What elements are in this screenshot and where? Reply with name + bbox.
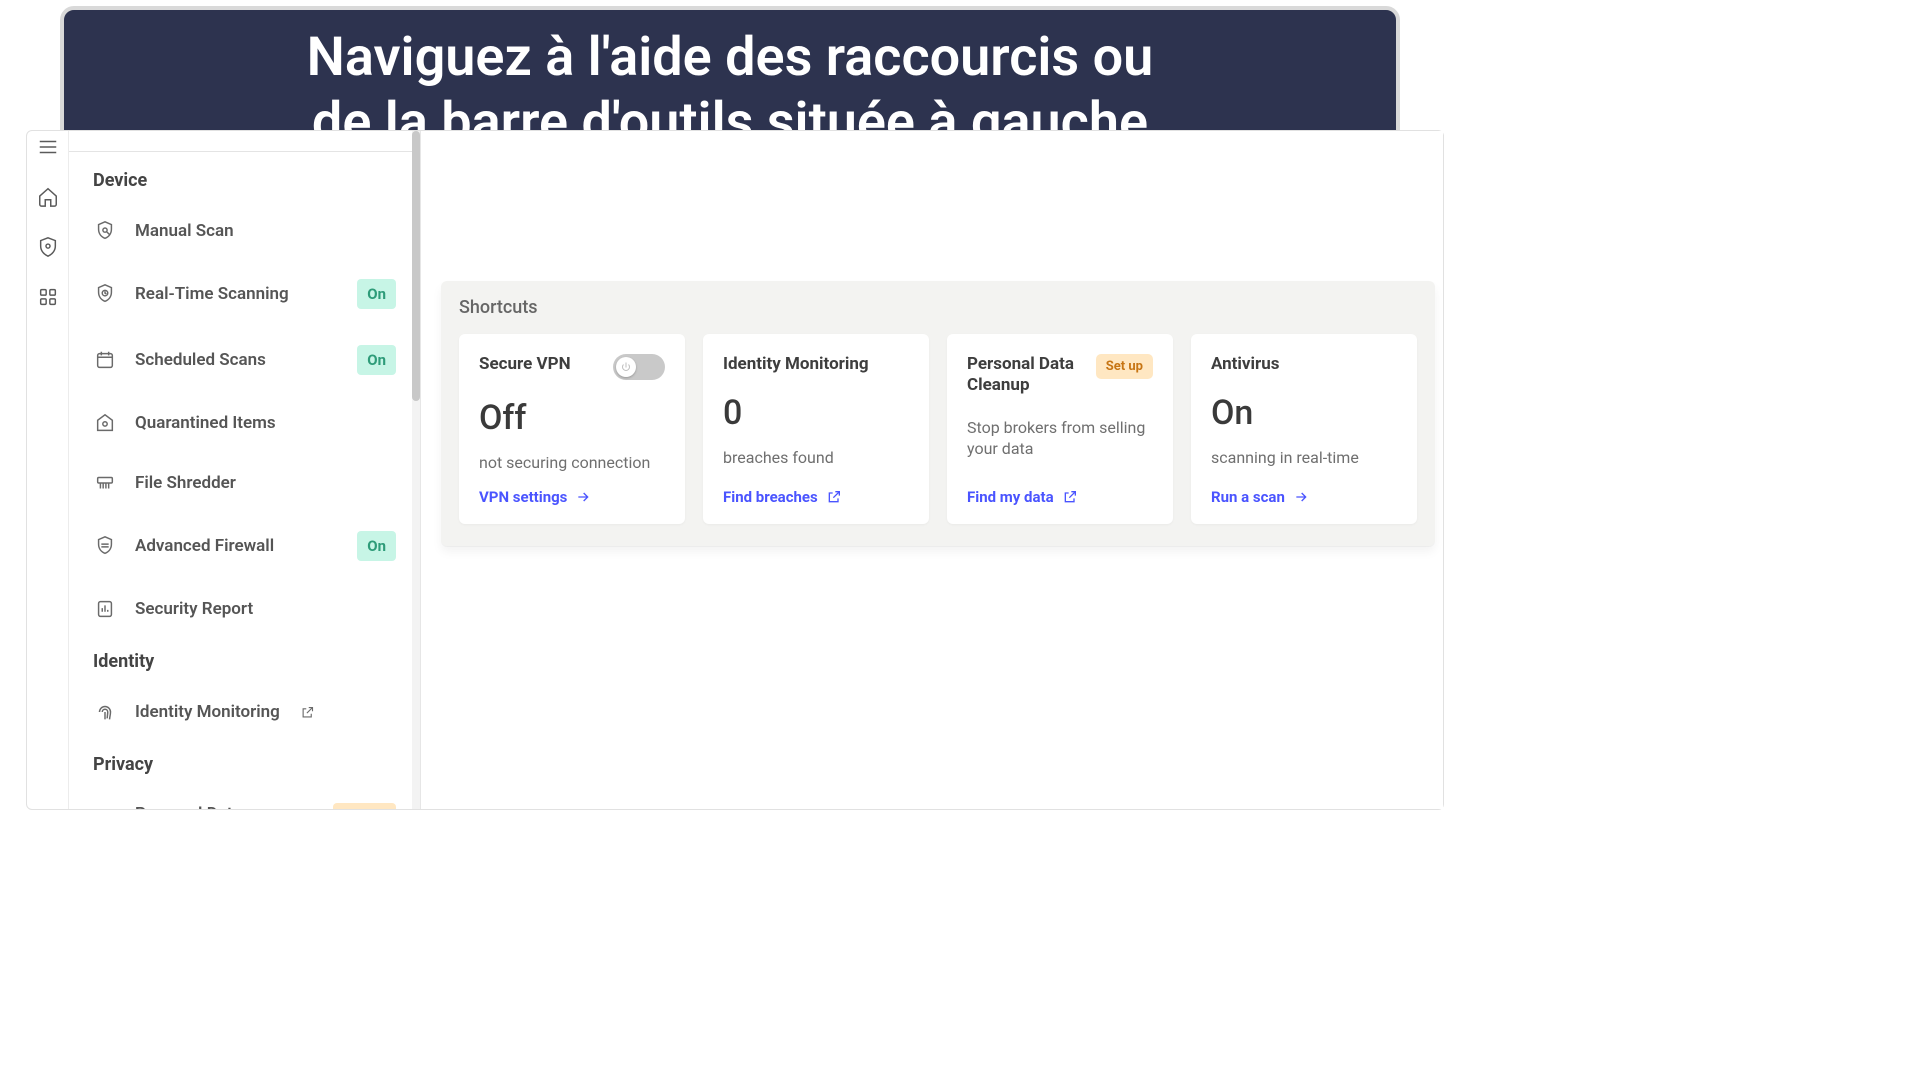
sidebar-item-file-shredder[interactable]: File Shredder [93, 453, 396, 513]
quarantine-icon [93, 411, 117, 435]
sidebar-item-label: Manual Scan [135, 221, 234, 241]
home-icon[interactable] [36, 185, 60, 209]
card-value: 0 [723, 393, 909, 433]
section-title-privacy: Privacy [93, 754, 396, 775]
sidebar-item-label: Identity Monitoring [135, 702, 280, 722]
sidebar-item-security-report[interactable]: Security Report [93, 579, 396, 639]
link-label: Find breaches [723, 488, 818, 506]
run-scan-link[interactable]: Run a scan [1211, 488, 1397, 506]
sidebar-item-advanced-firewall[interactable]: Advanced Firewall On [93, 513, 396, 579]
status-badge-on: On [357, 279, 396, 309]
arrow-right-icon [575, 489, 591, 505]
sidebar-item-scheduled-scans[interactable]: Scheduled Scans On [93, 327, 396, 393]
arrow-right-icon [1293, 489, 1309, 505]
app-window: Device Manual Scan Real-Time Scanning On… [26, 130, 1444, 810]
shortcuts-cards: Secure VPN Off not securing connection V… [459, 334, 1417, 524]
icon-rail [27, 131, 69, 809]
status-badge-setup[interactable]: Set up [333, 803, 396, 809]
scrollbar-thumb[interactable] [412, 131, 420, 401]
sidebar-item-label: File Shredder [135, 473, 236, 493]
toggle-knob [616, 357, 636, 377]
shredder-icon [93, 471, 117, 495]
card-title: Antivirus [1211, 354, 1280, 375]
menu-icon[interactable] [36, 135, 60, 159]
vpn-settings-link[interactable]: VPN settings [479, 488, 665, 506]
status-badge-on: On [357, 531, 396, 561]
card-title: Secure VPN [479, 354, 571, 375]
fingerprint-icon [93, 700, 117, 724]
sidebar-item-identity-monitoring[interactable]: Identity Monitoring [93, 682, 396, 742]
sidebar-item-quarantined-items[interactable]: Quarantined Items [93, 393, 396, 453]
card-subtext: Stop brokers from selling your data [967, 417, 1153, 460]
apps-icon[interactable] [36, 285, 60, 309]
sidebar-item-realtime-scanning[interactable]: Real-Time Scanning On [93, 261, 396, 327]
cleanup-icon [93, 806, 117, 809]
sidebar-item-label: Quarantined Items [135, 413, 276, 433]
search-shield-icon [93, 219, 117, 243]
external-link-icon [300, 705, 315, 720]
card-identity-monitoring: Identity Monitoring 0 breaches found Fin… [703, 334, 929, 524]
link-label: VPN settings [479, 488, 567, 506]
find-my-data-link[interactable]: Find my data [967, 488, 1153, 506]
section-title-identity: Identity [93, 651, 396, 672]
section-title-device: Device [93, 170, 396, 191]
card-title: Personal Data Cleanup [967, 354, 1088, 397]
card-subtext: breaches found [723, 447, 909, 469]
card-personal-data-cleanup: Personal Data Cleanup Set up Stop broker… [947, 334, 1173, 524]
sidebar-item-manual-scan[interactable]: Manual Scan [93, 201, 396, 261]
link-label: Find my data [967, 488, 1054, 506]
card-title: Identity Monitoring [723, 354, 869, 375]
setup-badge[interactable]: Set up [1096, 354, 1153, 379]
card-subtext: not securing connection [479, 452, 665, 474]
status-badge-on: On [357, 345, 396, 375]
report-icon [93, 597, 117, 621]
external-link-icon [1062, 489, 1078, 505]
vpn-toggle[interactable] [613, 354, 665, 380]
card-antivirus: Antivirus On scanning in real-time Run a… [1191, 334, 1417, 524]
sidebar-item-label: Personal Data Cleanup [135, 804, 242, 809]
calendar-icon [93, 348, 117, 372]
sidebar-item-label: Scheduled Scans [135, 350, 266, 370]
find-breaches-link[interactable]: Find breaches [723, 488, 909, 506]
shortcuts-title: Shortcuts [459, 297, 1417, 318]
sidebar-item-label: Advanced Firewall [135, 536, 274, 556]
card-value: On [1211, 393, 1397, 433]
card-value: Off [479, 398, 665, 438]
divider [69, 151, 420, 152]
sidebar-item-personal-data-cleanup[interactable]: Personal Data Cleanup Set up [93, 785, 396, 809]
external-link-icon [826, 489, 842, 505]
firewall-icon [93, 534, 117, 558]
sidebar: Device Manual Scan Real-Time Scanning On… [69, 131, 421, 809]
link-label: Run a scan [1211, 488, 1285, 506]
main-area: Shortcuts Secure VPN Off not securing co… [421, 131, 1443, 809]
card-secure-vpn: Secure VPN Off not securing connection V… [459, 334, 685, 524]
shield-clock-icon [93, 282, 117, 306]
sidebar-item-label: Real-Time Scanning [135, 284, 289, 304]
shield-gear-icon[interactable] [36, 235, 60, 259]
card-subtext: scanning in real-time [1211, 447, 1397, 469]
shortcuts-panel: Shortcuts Secure VPN Off not securing co… [441, 281, 1435, 546]
sidebar-item-label: Security Report [135, 599, 253, 619]
